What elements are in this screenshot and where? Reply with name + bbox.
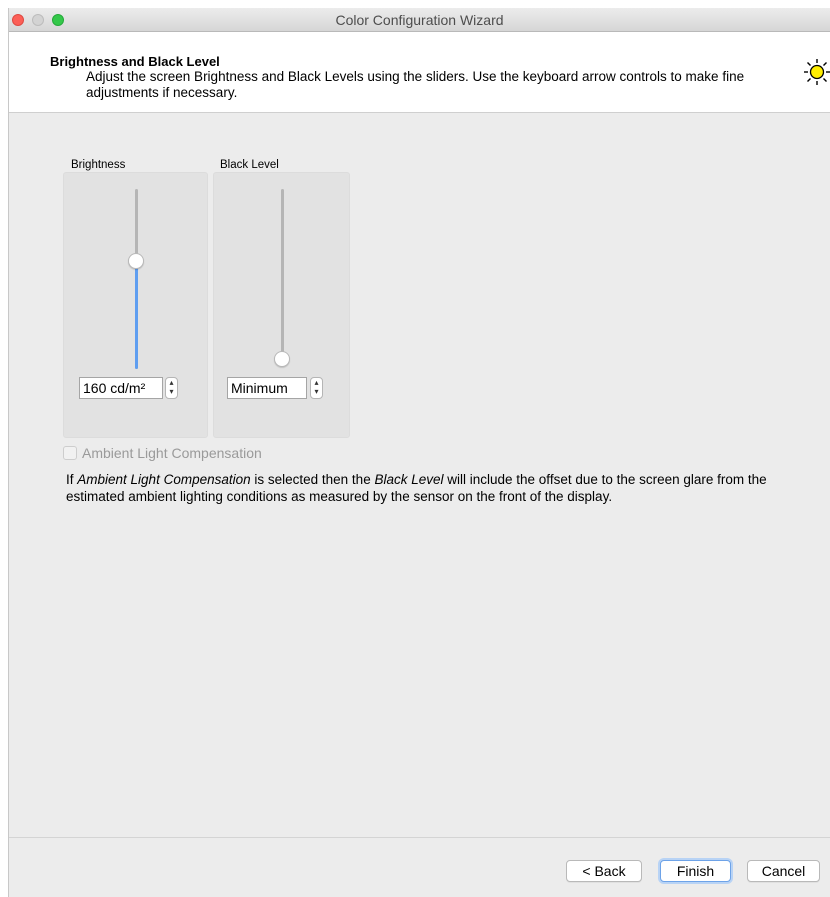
- wizard-window: Color Configuration Wizard Brightness an…: [8, 8, 830, 897]
- ambient-info-text: If Ambient Light Compensation is selecte…: [66, 471, 826, 505]
- info-emphasis-ambient: Ambient Light Compensation: [77, 472, 251, 487]
- stepper-down-icon[interactable]: ▾: [166, 387, 177, 396]
- black-level-panel: Minimum ▴ ▾: [213, 172, 350, 438]
- black-level-stepper[interactable]: ▴ ▾: [310, 377, 323, 399]
- page-description: Adjust the screen Brightness and Black L…: [86, 69, 745, 100]
- info-emphasis-black-level: Black Level: [374, 472, 444, 487]
- finish-button[interactable]: Finish: [660, 860, 731, 882]
- brightness-stepper[interactable]: ▴ ▾: [165, 377, 178, 399]
- wizard-header: Brightness and Black Level Adjust the sc…: [9, 32, 830, 113]
- stepper-up-icon[interactable]: ▴: [311, 378, 322, 387]
- brightness-value-field[interactable]: 160 cd/m²: [79, 377, 163, 399]
- brightness-panel: 160 cd/m² ▴ ▾: [63, 172, 208, 438]
- brightness-slider-knob[interactable]: [128, 253, 144, 269]
- brightness-slider-fill: [135, 261, 138, 369]
- black-level-label: Black Level: [220, 159, 279, 171]
- page-title: Brightness and Black Level: [50, 54, 220, 69]
- info-text-part: If: [66, 472, 78, 487]
- stepper-up-icon[interactable]: ▴: [166, 378, 177, 387]
- title-bar: Color Configuration Wizard: [9, 8, 830, 32]
- black-level-slider-track[interactable]: [281, 189, 284, 359]
- footer-divider: [9, 837, 830, 838]
- info-text-part: is selected then the: [250, 472, 375, 487]
- black-level-slider-knob[interactable]: [274, 351, 290, 367]
- sun-icon: [804, 59, 830, 85]
- ambient-light-label: Ambient Light Compensation: [82, 445, 262, 461]
- ambient-light-checkbox[interactable]: [63, 446, 77, 460]
- brightness-label: Brightness: [71, 159, 126, 171]
- window-title: Color Configuration Wizard: [335, 12, 504, 28]
- black-level-value-field[interactable]: Minimum: [227, 377, 307, 399]
- stepper-down-icon[interactable]: ▾: [311, 387, 322, 396]
- cancel-button[interactable]: Cancel: [747, 860, 820, 882]
- back-button[interactable]: < Back: [566, 860, 642, 882]
